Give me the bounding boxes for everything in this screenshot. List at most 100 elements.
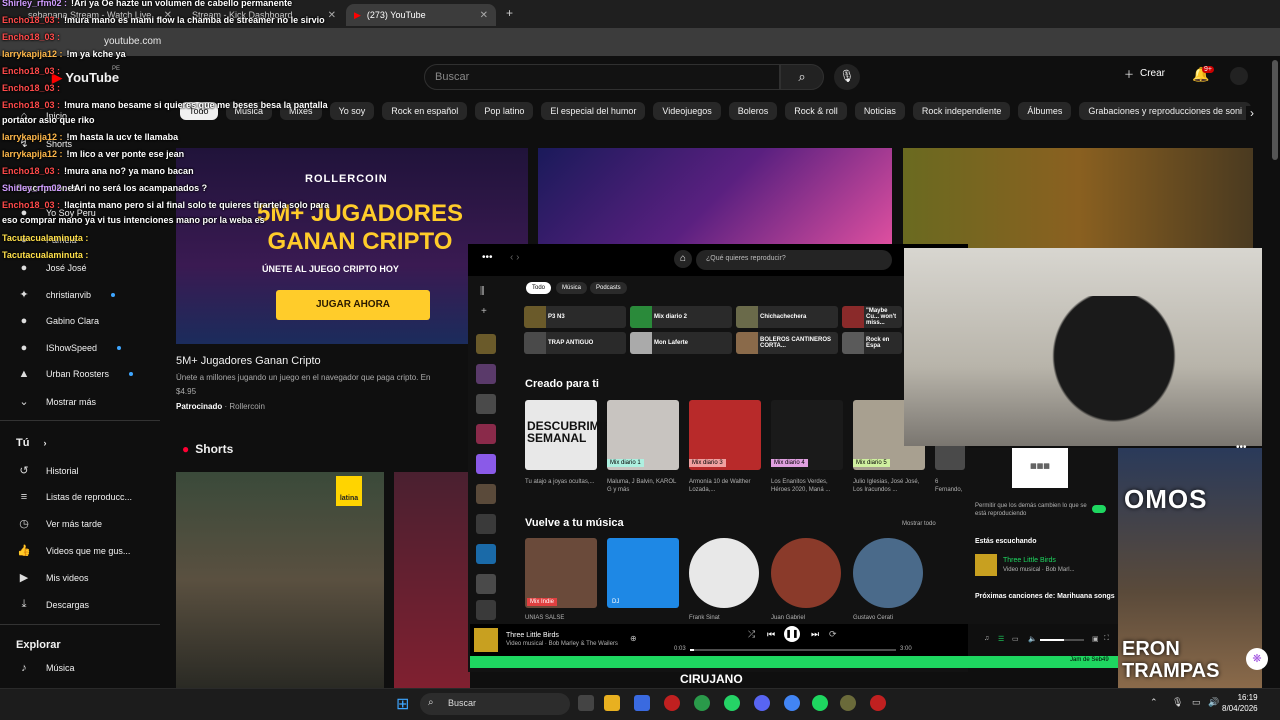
- tray-chevron-icon[interactable]: ⌃: [1150, 697, 1158, 708]
- library-item[interactable]: [476, 394, 496, 414]
- library-item[interactable]: [476, 600, 496, 620]
- chip[interactable]: El especial del humor: [541, 102, 646, 120]
- library-item[interactable]: [476, 544, 496, 564]
- devices-icon[interactable]: ▭: [1012, 635, 1019, 643]
- mic-icon[interactable]: 🎙: [1172, 697, 1183, 708]
- back-forward-icon[interactable]: ‹ ›: [510, 252, 519, 263]
- sidebar-item-channel[interactable]: ● Gabino Clara: [16, 315, 99, 327]
- chip[interactable]: Rock & roll: [785, 102, 847, 120]
- chip[interactable]: Boleros: [728, 102, 778, 120]
- close-icon[interactable]: ✕: [328, 10, 336, 21]
- app-icon[interactable]: [840, 695, 856, 711]
- tab-youtube[interactable]: ▶ (273) YouTube ✕: [346, 4, 496, 26]
- network-icon[interactable]: ▭: [1192, 697, 1201, 708]
- system-clock[interactable]: 16:19 8/04/2026: [1222, 692, 1258, 714]
- listening-cover[interactable]: [975, 554, 997, 576]
- artist-card[interactable]: [853, 538, 923, 608]
- chrome-icon[interactable]: [694, 695, 710, 711]
- volume-icon[interactable]: 🔈: [1028, 635, 1037, 643]
- spotify-search-input[interactable]: ¿Qué quieres reproducir?: [696, 250, 892, 270]
- chip[interactable]: Pop latino: [475, 102, 534, 120]
- chip[interactable]: Yo soy: [329, 102, 375, 120]
- app-icon[interactable]: [664, 695, 680, 711]
- search-input[interactable]: Buscar: [424, 64, 780, 90]
- video-thumbnail[interactable]: [538, 148, 892, 248]
- quick-item[interactable]: Mix diario 2: [630, 306, 732, 328]
- miniplayer-icon[interactable]: ▣: [1092, 635, 1099, 643]
- library-item[interactable]: [476, 424, 496, 444]
- sidebar-item-downloads[interactable]: ⤓ Descargas: [16, 598, 89, 611]
- section-heading[interactable]: Creado para ti: [525, 378, 599, 390]
- fullscreen-icon[interactable]: ⛶: [1104, 635, 1109, 643]
- shuffle-icon[interactable]: ⤮: [748, 629, 755, 640]
- sidebar-item-my-videos[interactable]: ▶ Mis videos: [16, 571, 89, 584]
- create-button[interactable]: ＋ Crear: [1124, 66, 1165, 81]
- library-item[interactable]: [476, 514, 496, 534]
- avatar[interactable]: [1230, 67, 1248, 85]
- sidebar-item-channel[interactable]: ● José José: [16, 262, 87, 274]
- sidebar-item-channel[interactable]: ✦ christianvib: [16, 288, 116, 301]
- sidebar-item-watch-later[interactable]: ◷ Ver más tarde: [16, 517, 102, 530]
- taskbar-search[interactable]: Buscar: [420, 693, 570, 715]
- show-all-link[interactable]: Mostrar todo: [902, 521, 936, 527]
- task-view-icon[interactable]: [578, 695, 594, 711]
- chip[interactable]: Álbumes: [1018, 102, 1072, 120]
- new-tab-button[interactable]: +: [506, 6, 513, 20]
- volume-icon[interactable]: 🔊: [1208, 697, 1219, 708]
- filter-chip[interactable]: Podcasts: [590, 282, 627, 294]
- filter-chip[interactable]: Música: [556, 282, 588, 294]
- now-playing-cover[interactable]: [474, 628, 498, 652]
- quick-item[interactable]: P3 N3: [524, 306, 626, 328]
- more-icon[interactable]: •••: [482, 252, 493, 263]
- lyrics-icon[interactable]: ♫: [984, 635, 989, 642]
- progress-bar[interactable]: [690, 649, 896, 651]
- sidebar-item-music[interactable]: ♪ Música: [16, 662, 74, 674]
- spotify-icon[interactable]: [812, 695, 828, 711]
- library-item[interactable]: [476, 484, 496, 504]
- ad-cta-button[interactable]: JUGAR AHORA: [276, 290, 430, 320]
- voice-search-button[interactable]: 🎙: [834, 64, 860, 90]
- add-icon[interactable]: ⊕: [630, 634, 637, 643]
- extension-icon[interactable]: ❋: [1246, 648, 1268, 670]
- now-playing-title[interactable]: Three Little Birds: [506, 632, 559, 639]
- quick-item[interactable]: Rock en Espa: [842, 332, 902, 354]
- sidebar-item-history[interactable]: ↺ Historial: [16, 464, 78, 477]
- close-icon[interactable]: ✕: [480, 10, 488, 21]
- plus-icon[interactable]: +: [481, 306, 487, 317]
- library-item[interactable]: [476, 364, 496, 384]
- chip[interactable]: Videojuegos: [653, 102, 721, 120]
- quick-item[interactable]: Chichachechera: [736, 306, 838, 328]
- chevron-right-icon[interactable]: ›: [1246, 106, 1258, 120]
- home-icon[interactable]: ⌂: [674, 250, 692, 268]
- store-icon[interactable]: [634, 695, 650, 711]
- ad-title[interactable]: 5M+ Jugadores Ganan Cripto: [176, 355, 321, 367]
- search-button[interactable]: ⌕: [780, 64, 824, 90]
- previous-icon[interactable]: ⏮: [767, 629, 775, 640]
- queue-icon[interactable]: ☰: [998, 635, 1004, 643]
- pause-button[interactable]: ❚❚: [784, 626, 800, 642]
- chip[interactable]: Rock independiente: [912, 102, 1011, 120]
- next-icon[interactable]: ⏭: [811, 629, 819, 640]
- file-explorer-icon[interactable]: [604, 695, 620, 711]
- sidebar-item-liked[interactable]: 👍 Videos que me gus...: [16, 544, 130, 557]
- app-icon[interactable]: [870, 695, 886, 711]
- jam-bar[interactable]: [470, 656, 1130, 668]
- listening-track[interactable]: Three Little Birds: [1003, 557, 1056, 564]
- allow-toggle[interactable]: [1092, 505, 1106, 513]
- filter-chip-all[interactable]: Todo: [526, 282, 552, 294]
- quick-item[interactable]: BOLEROS CANTINEROS CORTA...: [736, 332, 838, 354]
- artist-card[interactable]: [771, 538, 841, 608]
- sidebar-item-channel[interactable]: ● IShowSpeed: [16, 342, 122, 354]
- quick-item[interactable]: TRAP ANTIGUO: [524, 332, 626, 354]
- artist-card[interactable]: [689, 538, 759, 608]
- repeat-icon[interactable]: ⟳: [829, 629, 837, 640]
- library-icon[interactable]: ⫼: [480, 286, 485, 297]
- chrome-icon[interactable]: [784, 695, 800, 711]
- short-thumbnail[interactable]: [394, 472, 470, 688]
- windows-start-icon[interactable]: ⊞: [396, 694, 409, 714]
- library-item[interactable]: [476, 574, 496, 594]
- address-bar[interactable]: [0, 28, 1280, 56]
- sidebar-item-channel[interactable]: ▲ Urban Roosters: [16, 368, 134, 380]
- chip[interactable]: Grabaciones y reproducciones de soni: [1079, 102, 1251, 120]
- you-header[interactable]: Tú ›: [16, 437, 46, 449]
